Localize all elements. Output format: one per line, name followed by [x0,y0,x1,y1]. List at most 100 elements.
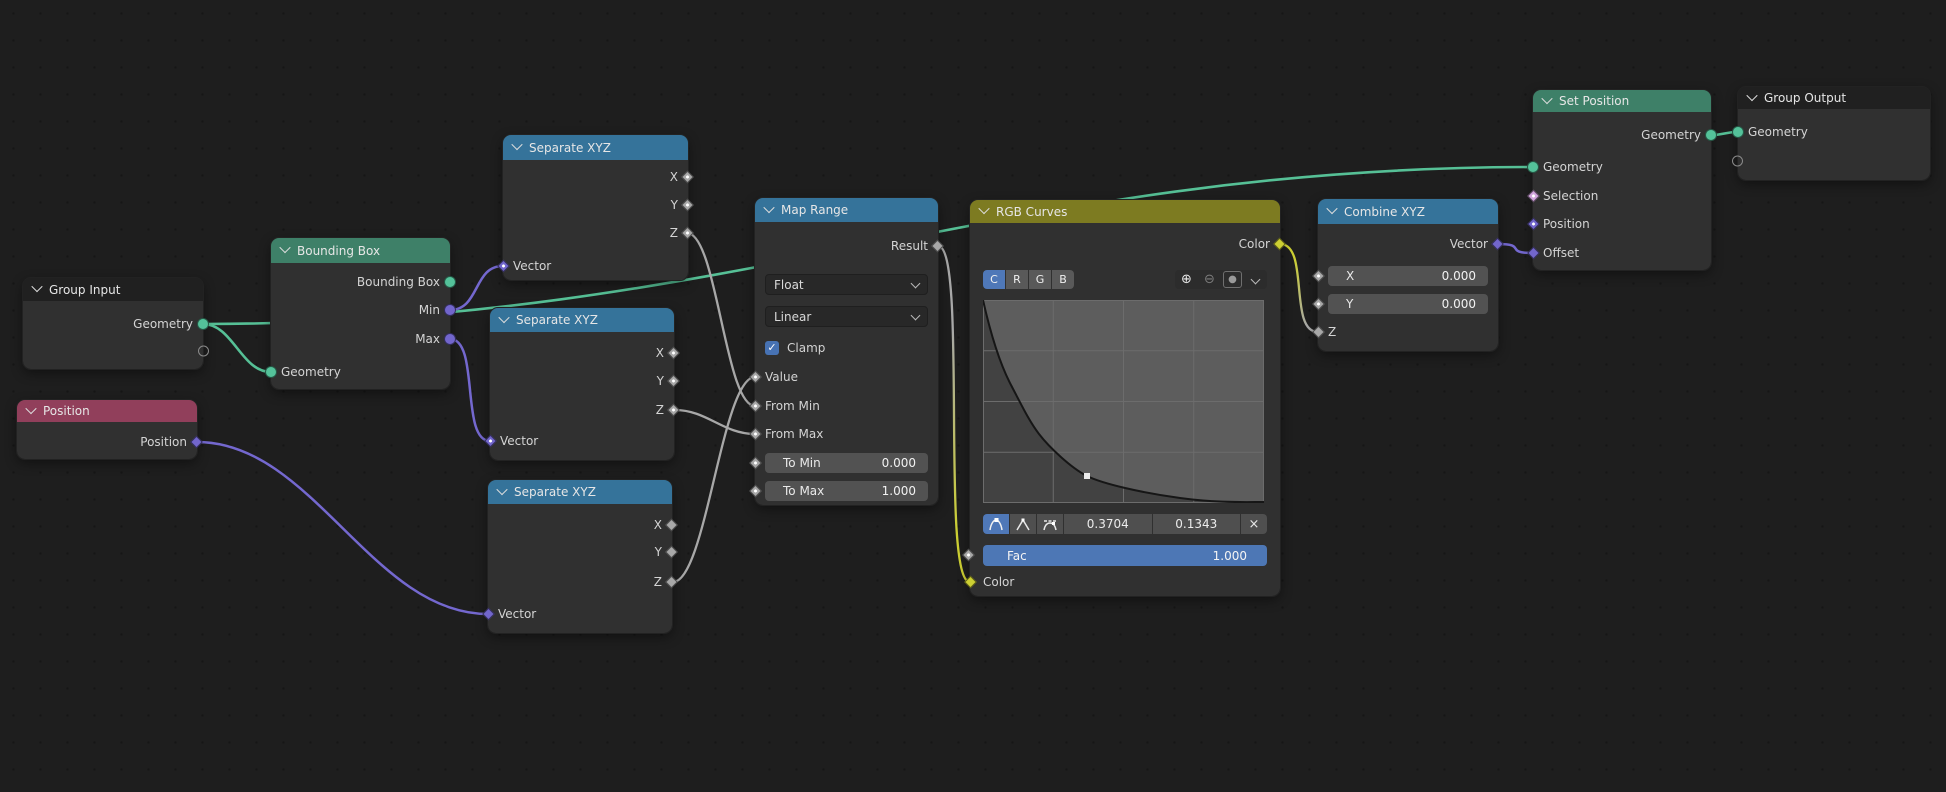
tools-menu-button[interactable] [1244,270,1267,289]
field-value: 0.000 [1442,297,1476,311]
auto-clamped-handle-button[interactable] [1037,514,1063,534]
socket-label: Y [671,198,678,212]
clipping-options-icon[interactable]: ● [1223,271,1242,288]
socket-label: Vector [1450,237,1488,251]
curve-editor[interactable] [983,300,1264,503]
node-title: RGB Curves [996,205,1067,219]
collapse-chevron-icon[interactable] [498,311,509,322]
node-combine-xyz[interactable]: Combine XYZ Vector X 0.000 Y 0.000 Z [1318,199,1498,351]
collapse-chevron-icon[interactable] [279,242,290,253]
socket-label: Z [654,575,662,589]
node-header[interactable]: RGB Curves [970,200,1280,223]
node-set-position[interactable]: Set Position Geometry Geometry Selection… [1533,90,1711,270]
socket-label: Geometry [1748,125,1808,139]
socket-label: Value [765,370,798,384]
socket-label: Offset [1543,246,1579,260]
node-header[interactable]: Separate XYZ [503,135,688,160]
collapse-chevron-icon[interactable] [25,402,36,413]
clamp-checkbox[interactable]: ✓ [765,341,779,355]
socket-label: Geometry [133,317,193,331]
interpolation-row: Linear [765,306,928,327]
node-header[interactable]: Separate XYZ [490,308,674,332]
node-title: Group Input [49,283,120,297]
channel-r-button[interactable]: R [1006,270,1028,289]
x-row: X 0.000 [1328,266,1488,286]
field-value: 1.000 [882,484,916,498]
node-header[interactable]: Position [17,400,197,422]
socket-label: From Min [765,399,820,413]
min-output-socket[interactable] [444,304,456,316]
clamp-label: Clamp [787,341,825,355]
collapse-chevron-icon[interactable] [1541,92,1552,103]
geometry-input-socket[interactable] [265,366,277,378]
wire-separate2-to-frommax [675,410,755,434]
socket-row-max-out: Max [281,329,440,349]
socket-label: Min [419,303,440,317]
to-min-field[interactable]: To Min 0.000 [765,453,928,473]
node-position[interactable]: Position Position [17,400,197,459]
to-max-field[interactable]: To Max 1.000 [765,481,928,501]
collapse-chevron-icon[interactable] [763,201,774,212]
channel-c-button[interactable]: C [983,270,1005,289]
node-header[interactable]: Combine XYZ [1318,199,1498,224]
virtual-output-socket[interactable] [198,346,209,357]
collapse-chevron-icon[interactable] [978,203,989,214]
max-output-socket[interactable] [444,333,456,345]
auto-handle-button[interactable] [983,514,1009,534]
node-header[interactable]: Map Range [755,198,938,222]
curve-plot [983,300,1264,503]
bounding-box-output-socket[interactable] [444,276,456,288]
field-label: X [1346,269,1354,283]
node-rgb-curves[interactable]: RGB Curves Color C R G B ⊕ ⊖ ● [970,200,1280,596]
node-separate-xyz-1[interactable]: Separate XYZ X Y Z Vector [503,135,688,280]
node-header[interactable]: Group Output [1738,87,1930,109]
node-editor-canvas[interactable]: Group Input Geometry Position Position B… [0,0,1946,792]
point-x-field[interactable]: 0.3704 [1064,514,1152,534]
node-separate-xyz-3[interactable]: Separate XYZ X Y Z Vector [488,480,672,633]
curve-control-point[interactable] [1084,473,1090,479]
interpolation-dropdown[interactable]: Linear [765,306,928,327]
channel-g-button[interactable]: G [1029,270,1051,289]
node-separate-xyz-2[interactable]: Separate XYZ X Y Z Vector [490,308,674,460]
collapse-chevron-icon[interactable] [1746,89,1757,100]
socket-label: Geometry [281,365,341,379]
channel-b-button[interactable]: B [1052,270,1074,289]
node-group-output[interactable]: Group Output Geometry [1738,87,1930,180]
node-map-range[interactable]: Map Range Result Float Linear ✓ Clamp Va… [755,198,938,505]
node-bounding-box[interactable]: Bounding Box Bounding Box Min Max Geomet… [271,238,450,389]
node-header[interactable]: Bounding Box [271,238,450,263]
x-field[interactable]: X 0.000 [1328,266,1488,286]
collapse-chevron-icon[interactable] [511,139,522,150]
wire-result-to-curves-color [938,246,970,582]
socket-label: Z [656,403,664,417]
vector-handle-button[interactable] [1010,514,1036,534]
virtual-socket-row [33,341,193,361]
clamp-row: ✓ Clamp [765,338,928,358]
zoom-in-icon[interactable]: ⊕ [1175,270,1198,289]
collapse-chevron-icon[interactable] [31,281,42,292]
fac-slider[interactable]: Fac 1.000 [983,545,1267,566]
wire-groupinput-to-boundingbox [203,324,271,372]
node-title: Separate XYZ [516,313,598,327]
zoom-out-icon[interactable]: ⊖ [1198,270,1221,289]
delete-point-button[interactable]: × [1241,514,1267,534]
socket-label: Vector [513,259,551,273]
socket-row-geometry-in: Geometry [281,362,440,382]
geometry-input-socket[interactable] [1527,161,1539,173]
collapse-chevron-icon[interactable] [1326,203,1337,214]
node-header[interactable]: Separate XYZ [488,480,672,504]
geometry-output-socket[interactable] [1705,129,1717,141]
geometry-input-socket[interactable] [1732,126,1744,138]
y-field[interactable]: Y 0.000 [1328,294,1488,314]
virtual-input-socket[interactable] [1732,156,1743,167]
node-header[interactable]: Set Position [1533,90,1711,112]
node-header[interactable]: Group Input [23,278,203,301]
geometry-output-socket[interactable] [197,318,209,330]
collapse-chevron-icon[interactable] [496,483,507,494]
point-y-field[interactable]: 0.1343 [1153,514,1241,534]
socket-label: Position [140,435,187,449]
data-type-dropdown[interactable]: Float [765,274,928,295]
node-title: Bounding Box [297,244,380,258]
node-group-input[interactable]: Group Input Geometry [23,278,203,369]
node-title: Combine XYZ [1344,205,1425,219]
